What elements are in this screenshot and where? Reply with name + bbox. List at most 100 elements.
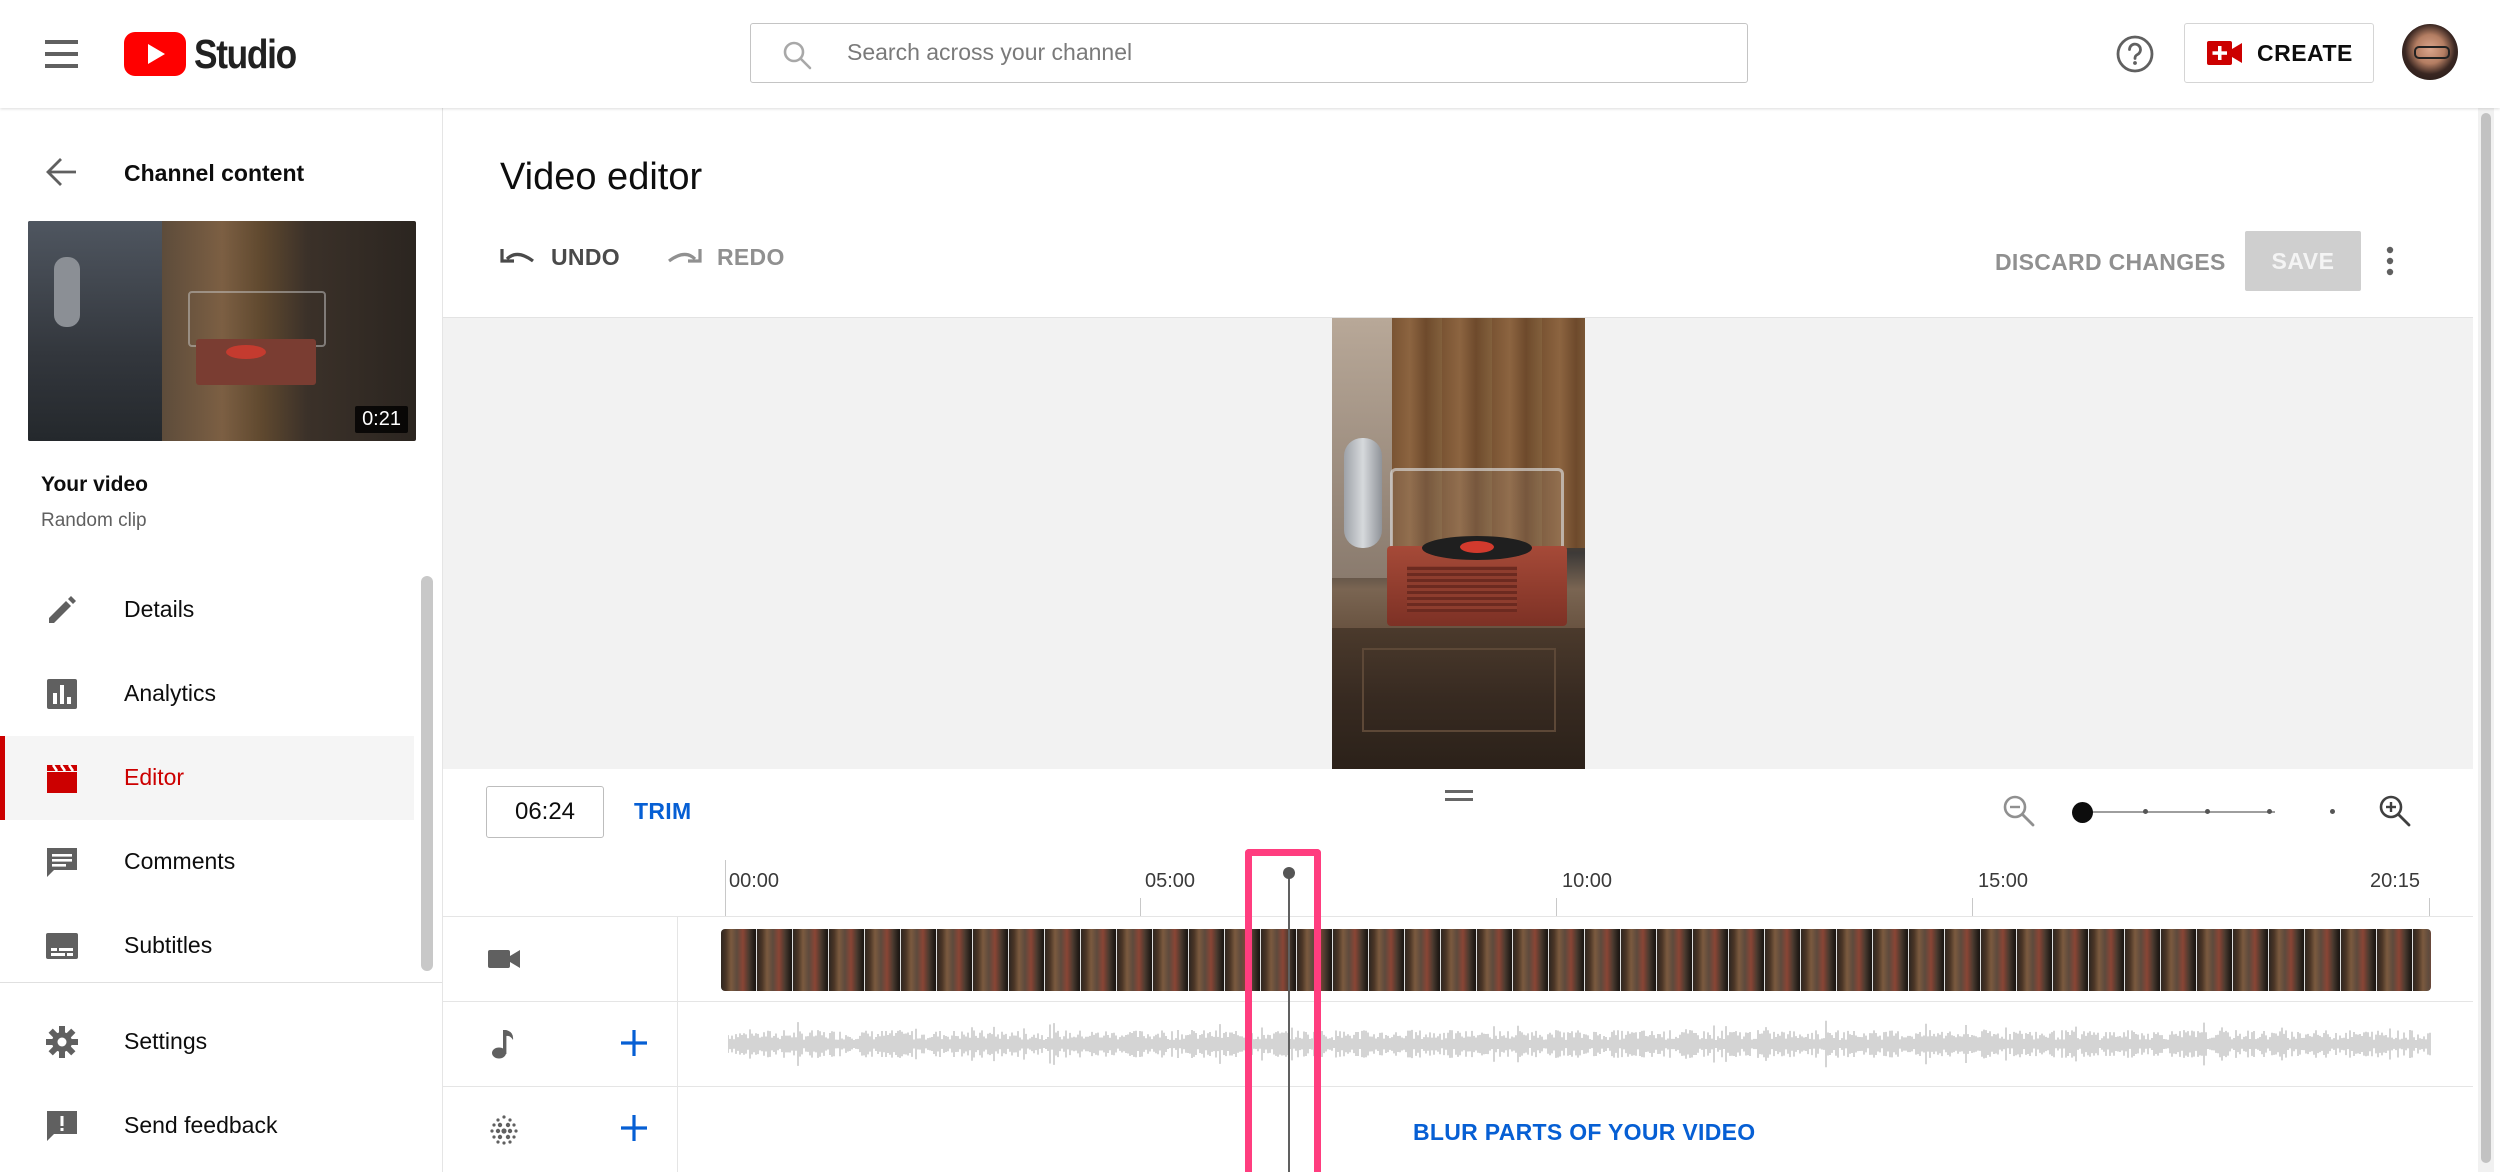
search-input[interactable]	[847, 24, 1707, 81]
comment-icon	[47, 848, 77, 877]
bar-chart-icon	[47, 679, 77, 709]
ruler-label: 00:00	[729, 870, 780, 892]
video-filmstrip[interactable]	[721, 929, 2431, 991]
redo-button[interactable]: REDO	[665, 244, 785, 271]
timeline-ruler[interactable]: 00:00 05:00 10:00 15:00 20:15	[443, 858, 2473, 916]
avatar[interactable]	[2402, 24, 2458, 80]
blur-track-header	[443, 1087, 678, 1172]
help-circle-icon[interactable]	[2114, 33, 2156, 80]
blur-parts-button[interactable]: BLUR PARTS OF YOUR VIDEO	[1413, 1119, 1755, 1146]
zoom-out-icon[interactable]	[2001, 793, 2037, 834]
trim-button[interactable]: TRIM	[634, 798, 691, 825]
preview-speaker-grill	[1407, 566, 1517, 612]
gear-icon	[46, 1026, 78, 1058]
undo-button[interactable]: UNDO	[499, 244, 620, 271]
your-video-label: Your video	[41, 473, 148, 496]
zoom-step-dot	[2143, 809, 2148, 814]
sidebar-item-send-feedback[interactable]: Send feedback	[0, 1084, 414, 1168]
zoom-step-dot	[2330, 809, 2335, 814]
sidebar-item-label: Comments	[124, 848, 236, 874]
video-title: Random clip	[41, 510, 147, 531]
zoom-in-icon[interactable]	[2377, 793, 2413, 834]
sidebar-item-label: Settings	[124, 1028, 208, 1054]
sidebar-divider	[0, 982, 442, 983]
thumbnail-left-panel	[28, 221, 162, 441]
sidebar-item-settings[interactable]: Settings	[0, 1000, 414, 1084]
ruler-tick	[1556, 898, 1557, 916]
ruler-label: 15:00	[1978, 870, 2029, 892]
add-audio-icon[interactable]	[616, 1025, 652, 1061]
undo-icon	[500, 248, 534, 263]
sidebar-item-analytics[interactable]: Analytics	[0, 652, 414, 736]
video-preview[interactable]	[1332, 318, 1585, 770]
sidebar: Channel content 0:21 Your video Random c…	[0, 108, 443, 1172]
ruler-label: 05:00	[1145, 870, 1196, 892]
zoom-slider-track[interactable]	[2083, 811, 2275, 813]
subtitles-icon	[46, 933, 78, 959]
video-duration-badge: 0:21	[355, 406, 408, 433]
thumbnail-record	[226, 345, 266, 359]
channel-content-label: Channel content	[124, 160, 305, 186]
playhead-line[interactable]	[1288, 873, 1290, 1172]
ruler-tick	[1140, 898, 1141, 916]
more-options-icon[interactable]	[2383, 245, 2397, 282]
video-track	[443, 916, 2473, 1002]
search-icon	[783, 41, 812, 70]
redo-label: REDO	[717, 244, 785, 270]
ruler-tick	[725, 860, 726, 916]
hamburger-menu-icon[interactable]	[40, 34, 84, 74]
discard-changes-button[interactable]: DISCARD CHANGES	[1995, 249, 2226, 276]
sidebar-item-subtitles[interactable]: Subtitles	[0, 904, 414, 988]
zoom-step-dot	[2267, 809, 2272, 814]
sidebar-item-label: Analytics	[124, 680, 217, 706]
zoom-slider-thumb[interactable]	[2072, 802, 2093, 823]
main-scrollbar[interactable]	[2478, 108, 2494, 1172]
sidebar-item-details[interactable]: Details	[0, 568, 414, 652]
preview-microphone	[1344, 438, 1382, 548]
video-camera-icon	[488, 950, 520, 968]
logo-text: Studio	[194, 30, 297, 77]
sidebar-item-editor[interactable]: Editor	[0, 736, 414, 820]
blur-icon	[490, 1115, 518, 1145]
pencil-icon	[49, 596, 76, 623]
ruler-tick	[1972, 898, 1973, 916]
current-time-field[interactable]: 06:24	[486, 786, 604, 838]
blur-track: BLUR PARTS OF YOUR VIDEO	[443, 1086, 2473, 1172]
music-note-icon	[492, 1030, 514, 1059]
main-content: Video editor UNDO REDO DISCARD CHANGES S…	[443, 108, 2500, 1172]
playhead-handle[interactable]	[1283, 867, 1295, 879]
youtube-play-logo-icon	[124, 32, 186, 76]
ruler-label: 10:00	[1562, 870, 1613, 892]
add-blur-icon[interactable]	[616, 1110, 652, 1146]
back-to-channel-content[interactable]: Channel content	[0, 148, 442, 198]
video-preview-area	[443, 317, 2473, 770]
preview-record-label	[1460, 541, 1494, 553]
feedback-icon	[47, 1111, 77, 1141]
sidebar-item-label: Send feedback	[124, 1112, 278, 1138]
youtube-studio-logo[interactable]: Studio	[124, 30, 313, 77]
audio-track-header	[443, 1002, 678, 1087]
search-box[interactable]	[750, 23, 1748, 83]
top-bar: Studio CREATE	[0, 0, 2500, 108]
preview-drawer	[1362, 648, 1556, 732]
redo-icon	[668, 248, 702, 263]
audio-track	[443, 1001, 2473, 1087]
back-arrow-icon[interactable]	[44, 156, 80, 188]
create-video-icon	[2207, 41, 2242, 65]
sidebar-item-comments[interactable]: Comments	[0, 820, 414, 904]
zoom-step-dot	[2205, 809, 2210, 814]
audio-waveform[interactable]	[728, 1016, 2431, 1072]
ruler-label: 20:15	[2370, 870, 2421, 892]
video-thumbnail[interactable]: 0:21	[28, 221, 416, 441]
create-button-label: CREATE	[2257, 39, 2353, 66]
main-scrollbar-thumb[interactable]	[2481, 113, 2491, 1163]
resize-handle-icon[interactable]	[1445, 790, 1473, 810]
waveform-path	[728, 1020, 2431, 1068]
video-track-header	[443, 917, 678, 1002]
sidebar-scrollbar[interactable]	[421, 576, 433, 971]
create-button[interactable]: CREATE	[2184, 23, 2374, 83]
thumbnail-mic	[54, 257, 80, 327]
save-button[interactable]: SAVE	[2245, 231, 2361, 291]
page-title: Video editor	[500, 156, 703, 198]
undo-label: UNDO	[551, 244, 620, 270]
